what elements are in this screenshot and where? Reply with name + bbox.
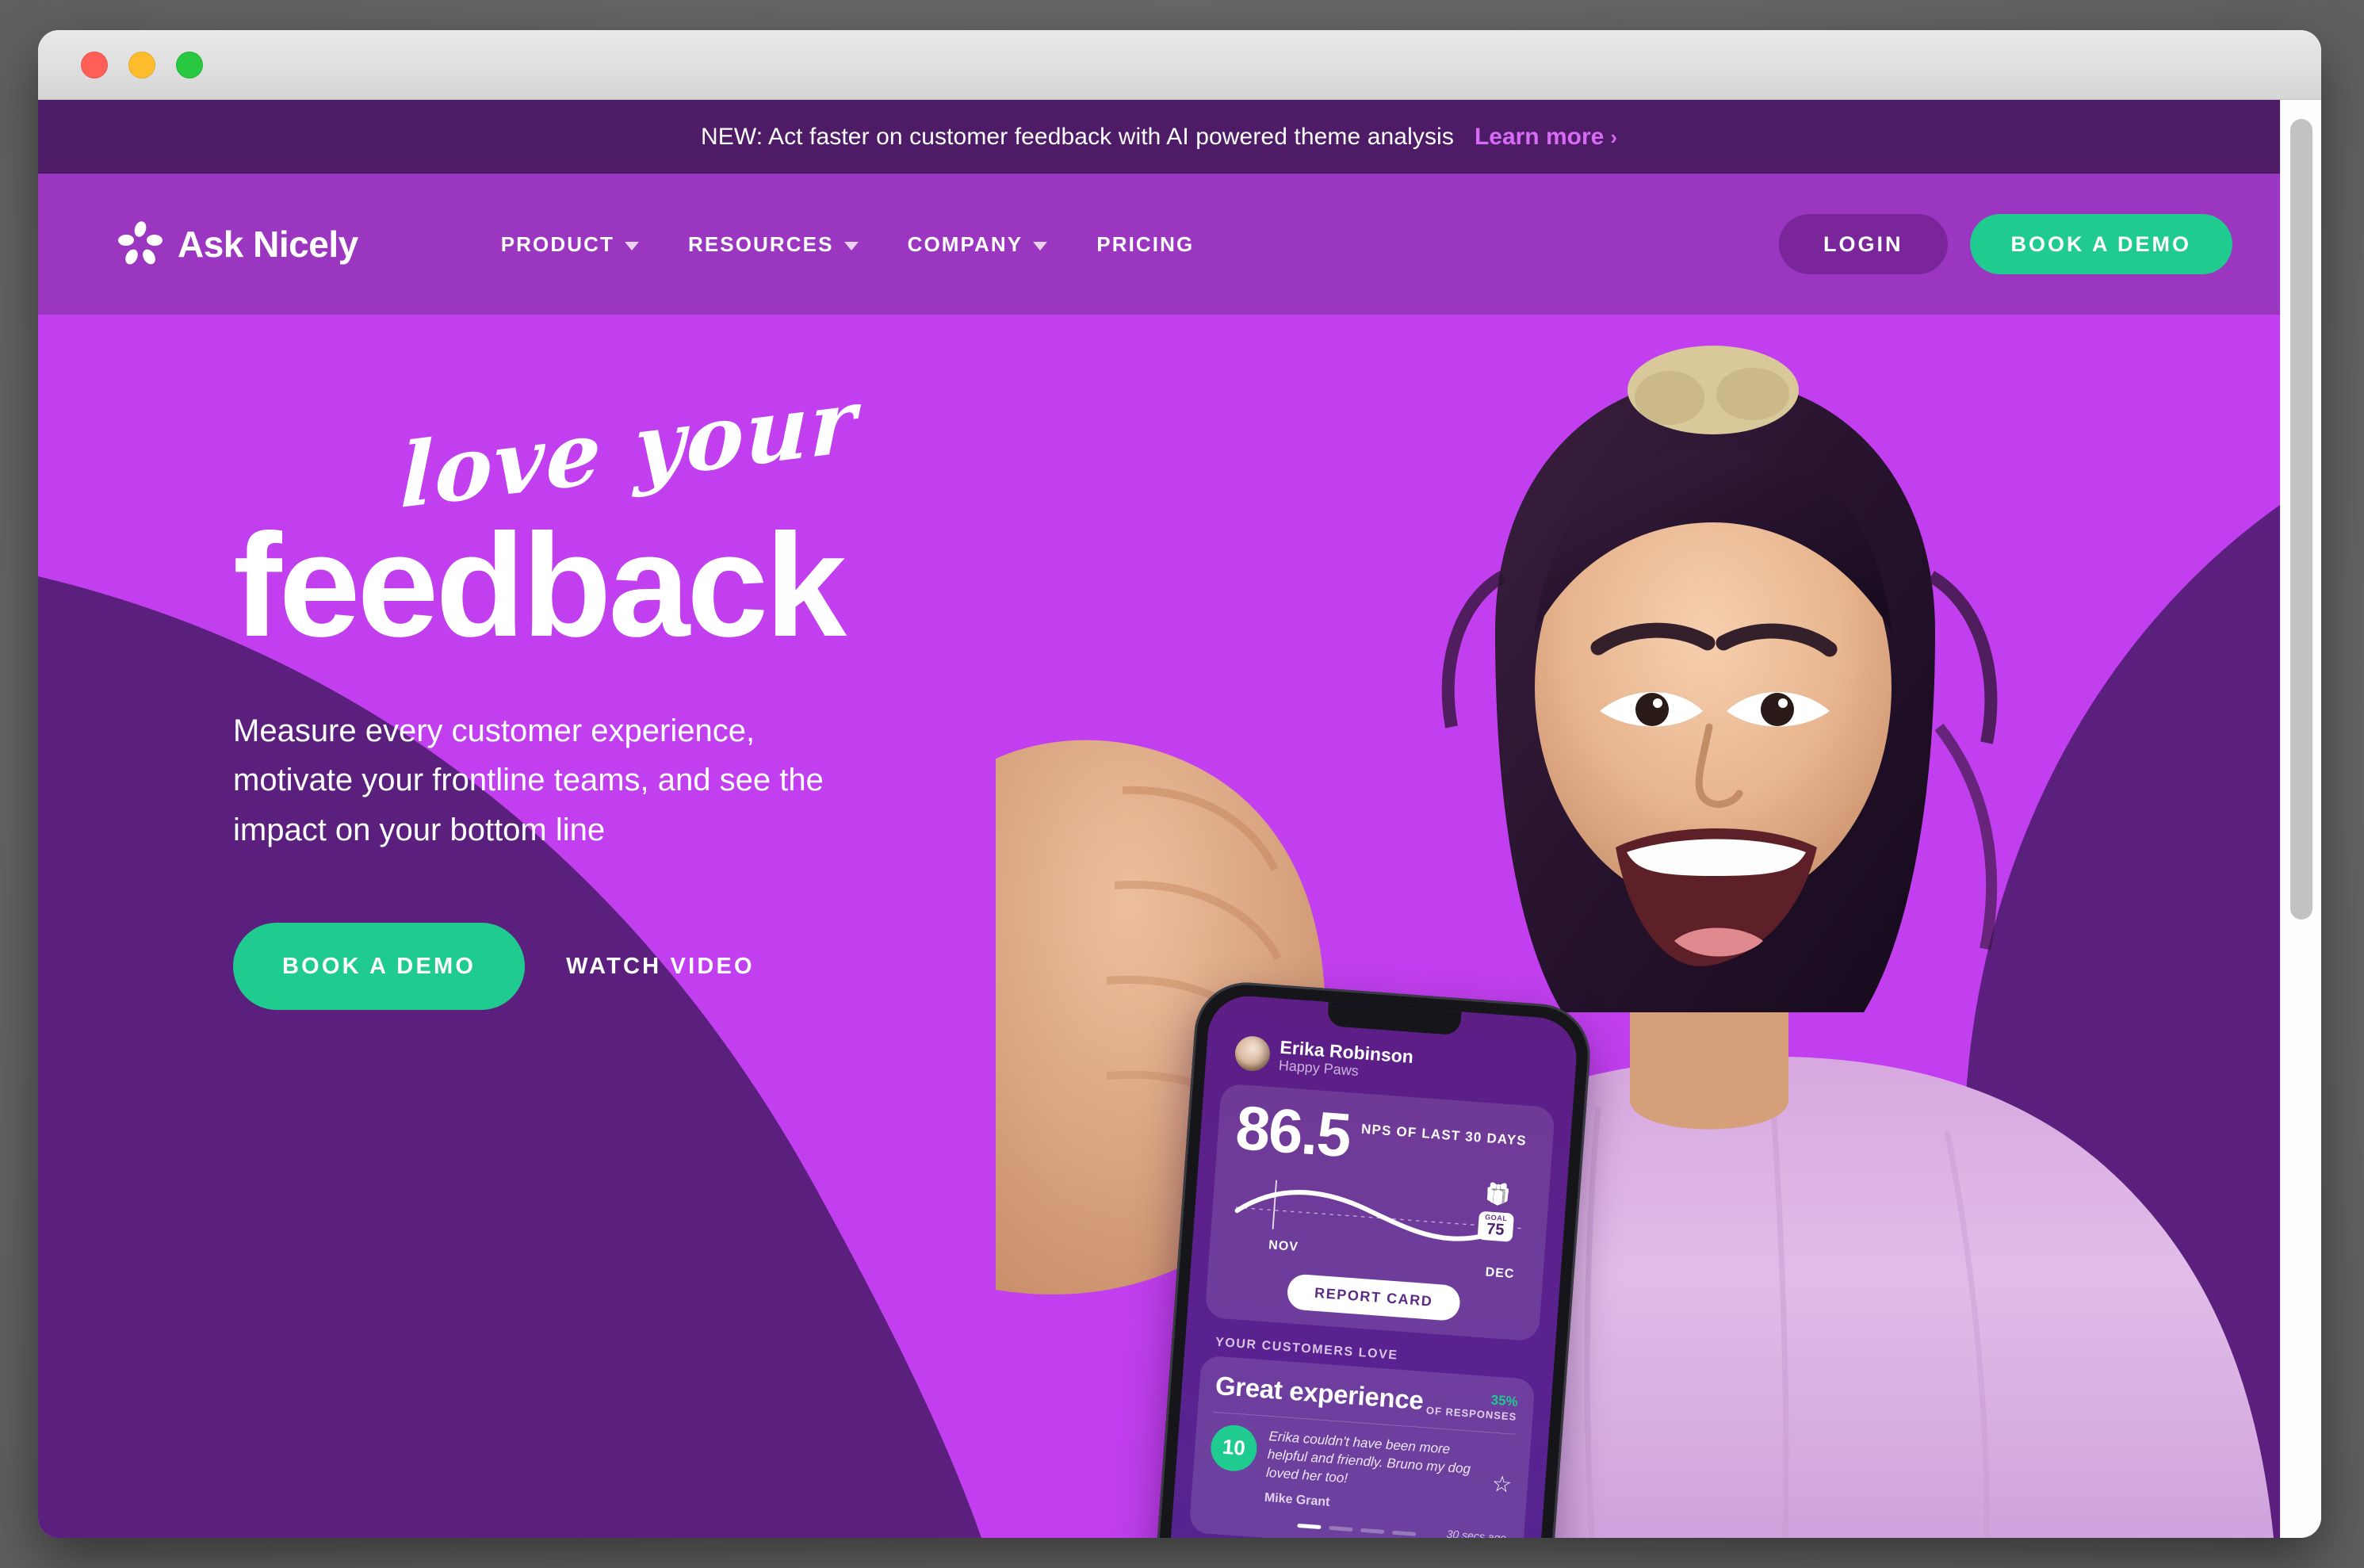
browser-window: NEW: Act faster on customer feedback wit… bbox=[38, 30, 2321, 1538]
brand-name: Ask Nicely bbox=[178, 224, 358, 265]
hero-copy: love your feedback Measure every custome… bbox=[233, 369, 1026, 1011]
hero-section: Erika Robinson Happy Paws 86.5 NPS OF LA… bbox=[38, 315, 2280, 1538]
book-a-demo-button-hero[interactable]: BOOK A DEMO bbox=[233, 923, 526, 1011]
hero-subheading: Measure every customer experience, motiv… bbox=[233, 713, 824, 847]
report-card-button[interactable]: REPORT CARD bbox=[1286, 1272, 1461, 1321]
nav-item-resources-label: RESOURCES bbox=[687, 231, 834, 256]
minimize-window-button[interactable] bbox=[128, 51, 155, 78]
nav-item-company[interactable]: COMPANY bbox=[908, 232, 1048, 257]
nps-trend-chart: NOV 🎁 GOAL 75 DEC bbox=[1226, 1157, 1533, 1282]
response-quote: Erika couldn't have been more helpful an… bbox=[1265, 1428, 1471, 1486]
app-user-profile[interactable]: Erika Robinson Happy Paws bbox=[1234, 1034, 1559, 1096]
browser-viewport: NEW: Act faster on customer feedback wit… bbox=[38, 100, 2321, 1538]
nps-score-value: 86.5 bbox=[1233, 1092, 1352, 1171]
brand-logo[interactable]: Ask Nicely bbox=[117, 221, 358, 267]
nav-item-resources[interactable]: RESOURCES bbox=[688, 232, 859, 257]
carousel-dot[interactable] bbox=[1391, 1531, 1417, 1537]
carousel-dot[interactable] bbox=[1360, 1528, 1385, 1535]
chart-start-month: NOV bbox=[1268, 1237, 1299, 1254]
chevron-down-icon bbox=[624, 241, 639, 250]
nav-item-product[interactable]: PRODUCT bbox=[501, 232, 639, 257]
nav-item-pricing-label: PRICING bbox=[1096, 231, 1195, 256]
window-titlebar bbox=[38, 30, 2321, 100]
scrollbar-thumb[interactable] bbox=[2290, 119, 2312, 920]
page-scrollbar[interactable] bbox=[2280, 100, 2321, 1538]
chevron-down-icon bbox=[1033, 241, 1048, 250]
topic-card-great-experience[interactable]: Great experience 35% OF RESPONSES 10 Eri… bbox=[1188, 1355, 1536, 1538]
chevron-right-icon: › bbox=[1610, 124, 1617, 149]
primary-navigation: PRODUCT RESOURCES COMPANY PRICING bbox=[501, 232, 1195, 257]
gift-icon: 🎁 bbox=[1484, 1180, 1512, 1207]
traffic-light-controls bbox=[81, 51, 203, 78]
response-score-badge: 10 bbox=[1209, 1423, 1259, 1473]
ask-nicely-star-icon bbox=[117, 221, 163, 267]
chart-end-month: DEC bbox=[1485, 1265, 1516, 1281]
site-header-nav: Ask Nicely PRODUCT RESOURCES COMPANY PRI… bbox=[38, 174, 2280, 315]
response-timestamp: 30 secs ago bbox=[1446, 1528, 1507, 1538]
header-actions: LOGIN BOOK A DEMO bbox=[1779, 214, 2232, 274]
nav-item-company-label: COMPANY bbox=[907, 231, 1023, 256]
nav-item-product-label: PRODUCT bbox=[500, 231, 614, 256]
response-author: Mike Grant bbox=[1264, 1491, 1330, 1510]
phone-screen: Erika Robinson Happy Paws 86.5 NPS OF LA… bbox=[1159, 993, 1580, 1538]
goal-marker: GOAL 75 bbox=[1477, 1210, 1515, 1242]
login-button[interactable]: LOGIN bbox=[1779, 214, 1948, 274]
carousel-dot-active[interactable] bbox=[1297, 1524, 1322, 1530]
maximize-window-button[interactable] bbox=[176, 51, 203, 78]
nps-score-label: NPS OF LAST 30 DAYS bbox=[1360, 1121, 1528, 1149]
watch-video-link[interactable]: WATCH VIDEO bbox=[566, 954, 755, 980]
goal-value: 75 bbox=[1486, 1220, 1505, 1239]
announcement-bar: NEW: Act faster on customer feedback wit… bbox=[38, 100, 2280, 174]
topic-title: Great experience bbox=[1214, 1370, 1425, 1415]
carousel-dot[interactable] bbox=[1329, 1526, 1353, 1532]
hero-cta-group: BOOK A DEMO WATCH VIDEO bbox=[233, 923, 1026, 1011]
close-window-button[interactable] bbox=[81, 51, 108, 78]
announcement-learn-more-link[interactable]: Learn more › bbox=[1475, 124, 1617, 151]
star-icon[interactable]: ☆ bbox=[1491, 1470, 1513, 1497]
avatar bbox=[1234, 1034, 1272, 1073]
web-page: NEW: Act faster on customer feedback wit… bbox=[38, 100, 2280, 1538]
page-title: feedback bbox=[233, 504, 847, 667]
chevron-down-icon bbox=[843, 241, 859, 250]
announcement-link-label: Learn more bbox=[1474, 123, 1605, 150]
nav-item-pricing[interactable]: PRICING bbox=[1096, 232, 1194, 257]
phone-mockup: Erika Robinson Happy Paws 86.5 NPS OF LA… bbox=[1146, 978, 1594, 1538]
nps-score-card: 86.5 NPS OF LAST 30 DAYS NOV � bbox=[1204, 1083, 1555, 1342]
book-a-demo-button-header[interactable]: BOOK A DEMO bbox=[1969, 214, 2232, 274]
announcement-text: NEW: Act faster on customer feedback wit… bbox=[701, 123, 1454, 150]
